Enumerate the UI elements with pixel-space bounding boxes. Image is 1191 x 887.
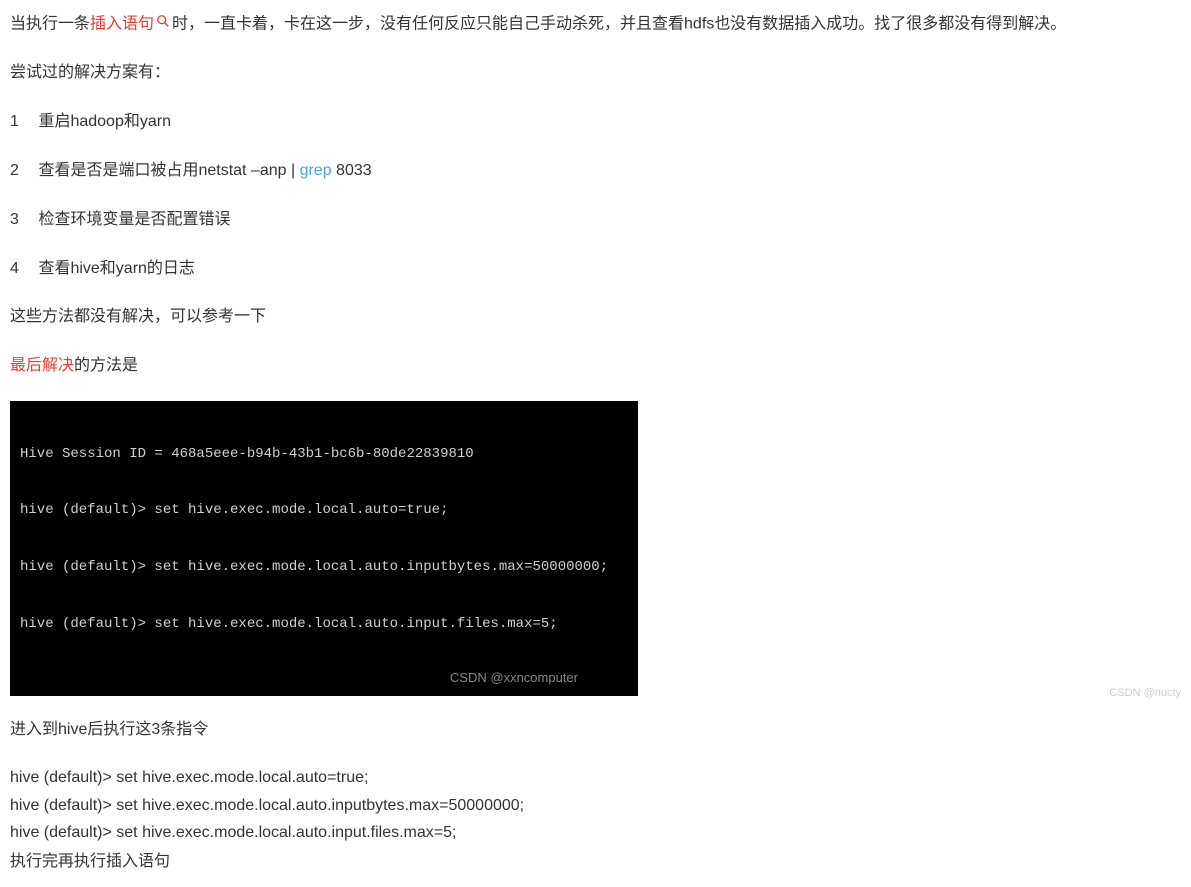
intro-suffix: 时，一直卡着，卡在这一步，没有任何反应只能自己手动杀死，并且查看hdfs也没有数… — [172, 16, 1066, 33]
list-num: 2 — [10, 157, 34, 186]
list-item-4: 4 查看hive和yarn的日志 — [10, 255, 1161, 284]
search-icon[interactable] — [156, 10, 170, 39]
final-suffix: 的方法是 — [74, 357, 138, 374]
terminal-line: Hive Session ID = 468a5eee-b94b-43b1-bc6… — [20, 445, 628, 464]
list-num: 4 — [10, 255, 34, 284]
list-text: 重启hadoop和yarn — [38, 113, 171, 130]
article-content: 当执行一条插入语句 时，一直卡着，卡在这一步，没有任何反应只能自己手动杀死，并且查… — [10, 10, 1181, 877]
intro-paragraph: 当执行一条插入语句 时，一直卡着，卡在这一步，没有任何反应只能自己手动杀死，并且查… — [10, 10, 1161, 39]
enter-hive-paragraph: 进入到hive后执行这3条指令 — [10, 716, 1161, 745]
list-item-2: 2 查看是否是端口被占用netstat –anp | grep 8033 — [10, 157, 1161, 186]
list-num: 1 — [10, 108, 34, 137]
final-paragraph: 最后解决的方法是 — [10, 352, 1161, 381]
list-prefix: 查看是否是端口被占用netstat –anp | — [38, 162, 299, 179]
final-highlight: 最后解决 — [10, 357, 74, 374]
command-line: hive (default)> set hive.exec.mode.local… — [10, 765, 1161, 791]
footer-watermark: CSDN @nucty — [1109, 684, 1181, 704]
terminal-screenshot: Hive Session ID = 468a5eee-b94b-43b1-bc6… — [10, 401, 638, 696]
tried-heading: 尝试过的解决方案有： — [10, 59, 1161, 88]
terminal-line: hive (default)> set hive.exec.mode.local… — [20, 558, 628, 577]
grep-link[interactable]: grep — [300, 162, 332, 179]
not-solved-paragraph: 这些方法都没有解决，可以参考一下 — [10, 303, 1161, 332]
list-text: 检查环境变量是否配置错误 — [38, 211, 230, 228]
list-num: 3 — [10, 206, 34, 235]
terminal-watermark: CSDN @xxncomputer — [450, 669, 578, 687]
command-line: hive (default)> set hive.exec.mode.local… — [10, 793, 1161, 819]
list-item-3: 3 检查环境变量是否配置错误 — [10, 206, 1161, 235]
list-suffix: 8033 — [332, 162, 372, 179]
intro-highlight[interactable]: 插入语句 — [90, 16, 154, 33]
list-text: 查看hive和yarn的日志 — [38, 260, 194, 277]
terminal-line: hive (default)> set hive.exec.mode.local… — [20, 501, 628, 520]
intro-prefix: 当执行一条 — [10, 16, 90, 33]
command-line: hive (default)> set hive.exec.mode.local… — [10, 820, 1161, 846]
commands-block: hive (default)> set hive.exec.mode.local… — [10, 765, 1161, 846]
exec-after-paragraph: 执行完再执行插入语句 — [10, 848, 1161, 877]
terminal-line: hive (default)> set hive.exec.mode.local… — [20, 615, 628, 634]
list-item-1: 1 重启hadoop和yarn — [10, 108, 1161, 137]
